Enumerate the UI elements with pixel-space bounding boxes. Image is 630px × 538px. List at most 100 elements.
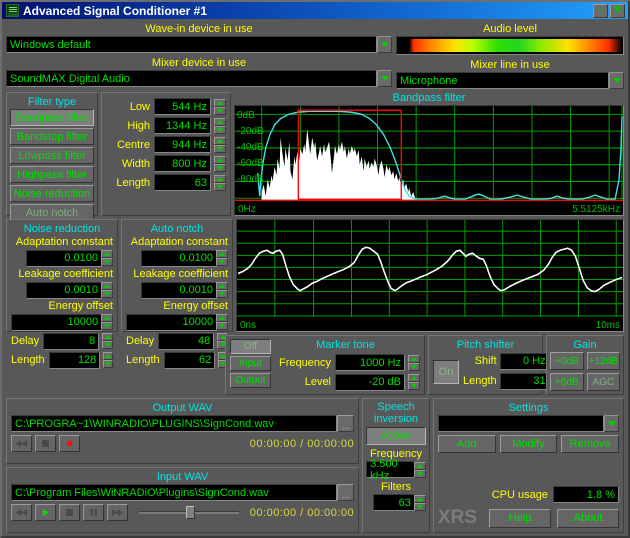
nr-energy-input[interactable]: 10000 xyxy=(11,313,103,331)
gain-button-0[interactable]: +0dB xyxy=(550,352,584,370)
output-record-button[interactable] xyxy=(59,435,80,452)
settings-remove-button[interactable]: Remove xyxy=(561,435,619,453)
pitch-shifter-shift-input[interactable]: 0 Hz xyxy=(499,352,550,370)
spectrum-plot[interactable]: 0dB -20dB -40dB -60dB -80dB 0Hz 5.5125kH… xyxy=(234,105,624,216)
mixer-device-dropdown-button[interactable] xyxy=(377,70,392,87)
settings-dropdown-button[interactable] xyxy=(604,415,619,432)
settings-add-button[interactable]: Add xyxy=(437,435,496,453)
waveform-plot[interactable]: 0ns 10ms xyxy=(236,219,624,332)
an-adaptation-spinner[interactable] xyxy=(216,250,228,266)
marker-tone-mode-2[interactable]: Output xyxy=(230,373,271,388)
filter-type-item-4[interactable]: Noise reduction xyxy=(10,185,94,202)
an-energy-input[interactable]: 10000 xyxy=(126,313,218,331)
marker-tone-caption: Marker tone xyxy=(316,339,375,351)
output-rewind-button[interactable] xyxy=(11,435,32,452)
gain-button-3[interactable]: AGC xyxy=(586,373,620,391)
settings-combo[interactable] xyxy=(437,415,619,432)
input-wav-position-slider[interactable] xyxy=(139,506,239,519)
an-leakage-spinner[interactable] xyxy=(216,282,228,298)
filter-param-spinner-2[interactable] xyxy=(214,136,226,153)
output-wav-browse-button[interactable]: ... xyxy=(337,415,355,432)
filter-param-spinner-4[interactable] xyxy=(214,174,226,191)
mixer-line-dropdown-button[interactable] xyxy=(609,72,624,89)
spectrum-panel: Bandpass filter 0dB -20dB -40dB -60dB -8… xyxy=(234,92,624,216)
output-wav-path-input[interactable]: C:\PROGRA~1\WINRADIO\PLUGINS\SignCond.wa… xyxy=(11,415,338,432)
filter-param-input-4[interactable]: 63 xyxy=(154,174,211,191)
mixer-device-combo[interactable]: SoundMAX Digital Audio xyxy=(6,70,392,87)
speech-inversion-filters-length-spinner[interactable] xyxy=(413,494,426,511)
filter-param-spinner-0[interactable] xyxy=(214,98,226,115)
input-wav-path-row: C:\Program Files\WiNRADiO\Plugins\SignCo… xyxy=(11,484,355,501)
speech-inversion-filters-length-input[interactable]: 63 xyxy=(372,494,415,511)
mixer-line-value: Microphone xyxy=(396,72,609,89)
arrow-up-icon xyxy=(416,496,423,501)
wave-in-dropdown-button[interactable] xyxy=(377,36,392,53)
filter-param-input-2[interactable]: 944 Hz xyxy=(154,136,211,153)
output-stop-button[interactable] xyxy=(35,435,56,452)
input-rewind-button[interactable] xyxy=(11,504,32,521)
marker-tone-mode-1[interactable]: Input xyxy=(230,356,271,371)
speech-inversion-frequency-input[interactable]: 3.500 kHz xyxy=(366,458,415,482)
gain-button-2[interactable]: +6dB xyxy=(550,373,584,391)
slider-thumb[interactable] xyxy=(185,506,195,519)
filter-type-item-2[interactable]: Lowpass filter xyxy=(10,147,94,164)
pitch-shifter-length-input[interactable]: 31 xyxy=(499,372,550,390)
speech-inversion-active-button[interactable]: Active xyxy=(366,427,426,445)
nr-leakage-input[interactable]: 0.0010 xyxy=(26,281,102,299)
marker-tone-frequency-label: Frequency xyxy=(279,356,331,369)
mixer-line-combo[interactable]: Microphone xyxy=(396,72,624,89)
filter-param-input-1[interactable]: 1344 Hz xyxy=(154,117,211,134)
marker-tone-mode-0[interactable]: Off xyxy=(230,339,271,354)
nr-length-spinner[interactable] xyxy=(103,352,113,368)
input-wav-path-input[interactable]: C:\Program Files\WiNRADiO\Plugins\SignCo… xyxy=(11,484,338,501)
marker-tone-frequency-input[interactable]: 1000 Hz xyxy=(335,354,405,372)
an-energy-spinner[interactable] xyxy=(216,314,228,330)
nr-adaptation-input[interactable]: 0.0100 xyxy=(26,249,102,267)
help-button[interactable]: Help xyxy=(489,508,551,528)
audio-level-caption: Audio level xyxy=(483,23,537,35)
nr-leakage-spinner[interactable] xyxy=(101,282,113,298)
nr-length-input[interactable]: 128 xyxy=(48,351,101,369)
filter-type-item-1[interactable]: Bandstop filter xyxy=(10,128,94,145)
filter-param-input-0[interactable]: 544 Hz xyxy=(154,98,211,115)
nr-delay-spinner[interactable] xyxy=(102,333,113,349)
input-wav-elapsed: 00:00:00 xyxy=(249,506,297,519)
input-play-button[interactable] xyxy=(35,504,56,521)
filter-param-input-3[interactable]: 800 Hz xyxy=(154,155,211,172)
minimize-button[interactable]: – xyxy=(593,3,608,18)
gain-button-1[interactable]: +12dB xyxy=(586,352,620,370)
wave-in-device-combo[interactable]: Windows default xyxy=(6,36,392,53)
chevron-down-icon xyxy=(380,76,389,81)
device-selectors: Wave-in device in use Windows default Mi… xyxy=(2,19,628,89)
filter-type-item-0[interactable]: Bandpass filter xyxy=(10,109,94,126)
an-length-input[interactable]: 62 xyxy=(163,351,216,369)
an-adaptation-input[interactable]: 0.0100 xyxy=(141,249,217,267)
marker-tone-level-spinner[interactable] xyxy=(408,374,420,391)
filter-param-spinner-1[interactable] xyxy=(214,117,226,134)
nr-adaptation-spinner[interactable] xyxy=(101,250,113,266)
settings-modify-button[interactable]: Modify xyxy=(499,435,558,453)
an-leakage-input[interactable]: 0.0010 xyxy=(141,281,217,299)
input-wav-browse-button[interactable]: ... xyxy=(337,484,355,501)
speech-inversion-frequency-spinner[interactable] xyxy=(413,461,426,478)
pitch-shifter-on-button[interactable]: On xyxy=(433,360,459,384)
an-delay-input[interactable]: 48 xyxy=(158,332,215,350)
nr-energy-spinner[interactable] xyxy=(101,314,113,330)
input-wav-total: 00:00:00 xyxy=(307,506,355,519)
cpu-usage-value: 1.8 % xyxy=(553,486,619,503)
marker-tone-level-input[interactable]: -20 dB xyxy=(335,373,405,391)
input-fast-forward-button[interactable] xyxy=(107,504,128,521)
about-button[interactable]: About xyxy=(557,508,619,528)
filter-param-spinner-3[interactable] xyxy=(214,155,226,172)
marker-tone-frequency-spinner[interactable] xyxy=(408,354,420,371)
nr-leakage-row: 0.0010 xyxy=(11,281,113,299)
input-pause-button[interactable] xyxy=(83,504,104,521)
filter-type-item-3[interactable]: Highpass filter xyxy=(10,166,94,183)
arrow-down-icon xyxy=(219,292,225,296)
input-stop-button[interactable] xyxy=(59,504,80,521)
close-button[interactable]: ✕ xyxy=(610,3,625,18)
nr-delay-input[interactable]: 8 xyxy=(43,332,100,350)
filter-parameters-panel: Low 544 Hz High 1344 Hz Centre 944 Hz Width 800… xyxy=(101,92,231,216)
an-length-row: Length 62 xyxy=(126,351,228,369)
title-bar: Advanced Signal Conditioner #1 – ✕ xyxy=(2,2,628,19)
